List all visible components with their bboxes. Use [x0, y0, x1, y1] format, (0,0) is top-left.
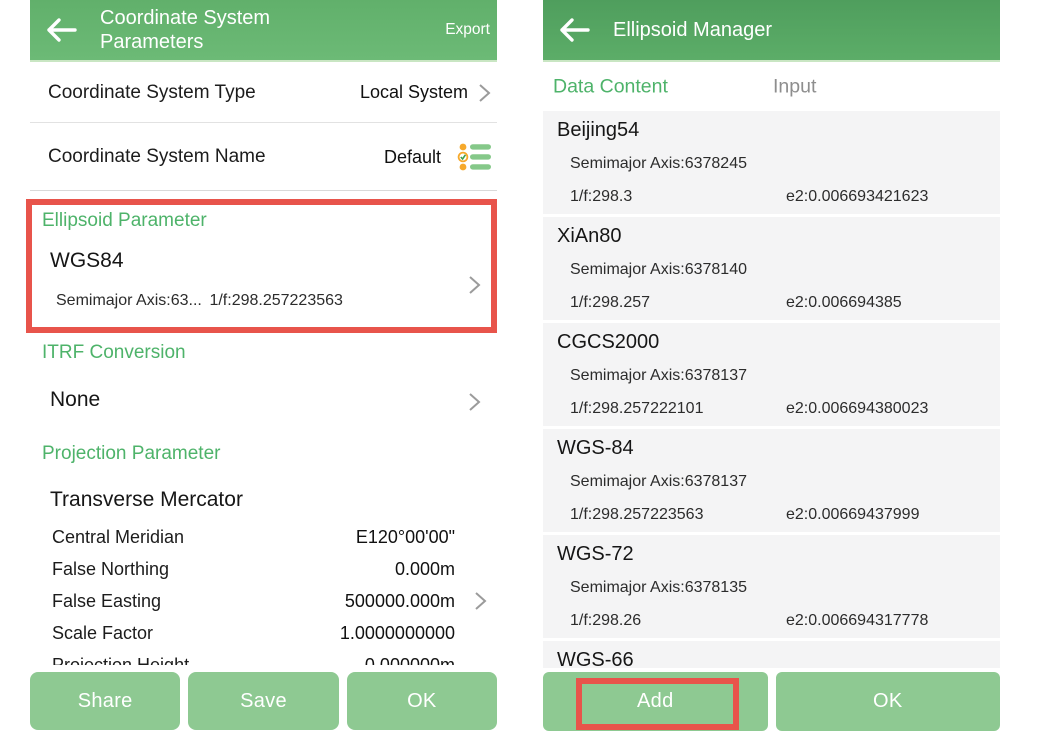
coordinate-system-type-value: Local System [360, 82, 468, 103]
coordinate-system-type-row[interactable]: Coordinate System Type Local System [30, 63, 497, 123]
coordinate-system-type-label: Coordinate System Type [48, 82, 256, 104]
ellipsoid-e2: e2:0.00669437999 [786, 498, 919, 531]
ellipsoid-parameter-heading: Ellipsoid Parameter [42, 210, 207, 232]
ellipsoid-inverse-flattening: 1/f:298.26 [570, 604, 641, 637]
ellipsoid-name: WGS-72 [557, 538, 1000, 571]
itrf-conversion-heading: ITRF Conversion [42, 342, 186, 364]
ellipsoid-name: XiAn80 [557, 220, 1000, 253]
ellipsoid-semimajor: Semimajor Axis:6378137 [570, 465, 1000, 498]
ok-button[interactable]: OK [776, 672, 1001, 731]
chevron-right-icon [478, 83, 491, 103]
tab-bar: Data Content Input [543, 62, 1000, 111]
param-value: E120°00'00" [356, 527, 497, 548]
ellipsoid-semimajor: Semimajor Axis:6378135 [570, 571, 1000, 604]
left-footer: Share Save OK [30, 665, 497, 734]
ellipsoid-semimajor: Semimajor Axis:6378137 [570, 359, 1000, 392]
ok-button[interactable]: OK [347, 672, 497, 730]
ellipsoid-semimajor: Semimajor Axis:63... [56, 292, 205, 310]
ellipsoid-details: Semimajor Axis:63... 1/f:298.257223563 [56, 292, 343, 310]
projection-row-false-easting[interactable]: False Easting 500000.000m [30, 585, 497, 617]
list-item-beijing54[interactable]: Beijing54 Semimajor Axis:6378245 1/f:298… [543, 111, 1000, 214]
list-item-cgcs2000[interactable]: CGCS2000 Semimajor Axis:6378137 1/f:298.… [543, 323, 1000, 426]
coordinate-system-parameters-screen: Coordinate System Parameters Export Coor… [30, 0, 497, 734]
ellipsoid-e2: e2:0.006694380023 [786, 392, 928, 425]
ellipsoid-name: Beijing54 [557, 114, 1000, 147]
ellipsoid-inverse-flattening: 1/f:298.257223563 [209, 292, 342, 309]
projection-parameter-list: Central Meridian E120°00'00" False North… [30, 521, 497, 681]
ellipsoid-inverse-flattening: 1/f:298.257222101 [570, 392, 703, 425]
projection-method[interactable]: Transverse Mercator [50, 488, 243, 512]
right-footer: Add OK [543, 668, 1000, 734]
tab-data-content[interactable]: Data Content [553, 75, 668, 98]
list-check-icon[interactable] [457, 140, 493, 174]
ellipsoid-semimajor: Semimajor Axis:6378140 [570, 253, 1000, 286]
ellipsoid-name[interactable]: WGS84 [50, 249, 124, 273]
page-title: Coordinate System Parameters [100, 6, 300, 54]
tab-input[interactable]: Input [773, 75, 816, 98]
itrf-conversion-value[interactable]: None [50, 388, 100, 412]
ellipsoid-list: Beijing54 Semimajor Axis:6378245 1/f:298… [543, 111, 1000, 734]
chevron-right-icon [474, 591, 487, 611]
save-button[interactable]: Save [188, 672, 338, 730]
ellipsoid-e2: e2:0.006694385 [786, 286, 902, 319]
param-value: 1.0000000000 [340, 623, 497, 644]
ellipsoid-name: WGS-84 [557, 432, 1000, 465]
right-header: Ellipsoid Manager [543, 0, 1000, 62]
projection-parameter-heading: Projection Parameter [42, 443, 220, 465]
param-value: 0.000m [395, 559, 497, 580]
coordinate-system-name-row[interactable]: Coordinate System Name Default [30, 124, 497, 191]
ellipsoid-e2: e2:0.006693421623 [786, 180, 928, 213]
param-label: Scale Factor [30, 623, 153, 644]
export-button[interactable]: Export [445, 21, 490, 39]
projection-row-false-northing: False Northing 0.000m [30, 553, 497, 585]
coordinate-system-name-label: Coordinate System Name [48, 146, 266, 168]
ellipsoid-semimajor: Semimajor Axis:6378245 [570, 147, 1000, 180]
list-item-xian80[interactable]: XiAn80 Semimajor Axis:6378140 1/f:298.25… [543, 217, 1000, 320]
add-button[interactable]: Add [543, 672, 768, 731]
share-button[interactable]: Share [30, 672, 180, 730]
ellipsoid-e2: e2:0.006694317778 [786, 604, 928, 637]
ellipsoid-manager-screen: Ellipsoid Manager Data Content Input Bei… [543, 0, 1000, 734]
ellipsoid-name: CGCS2000 [557, 326, 1000, 359]
projection-row-scale-factor: Scale Factor 1.0000000000 [30, 617, 497, 649]
ellipsoid-inverse-flattening: 1/f:298.257 [570, 286, 650, 319]
param-label: False Northing [30, 559, 169, 580]
list-item-wgs84[interactable]: WGS-84 Semimajor Axis:6378137 1/f:298.25… [543, 429, 1000, 532]
coordinate-system-name-value: Default [384, 147, 441, 168]
param-label: False Easting [30, 591, 161, 612]
param-label: Central Meridian [30, 527, 184, 548]
page-title: Ellipsoid Manager [613, 18, 772, 42]
list-item-wgs72[interactable]: WGS-72 Semimajor Axis:6378135 1/f:298.26… [543, 535, 1000, 638]
ellipsoid-inverse-flattening: 1/f:298.3 [570, 180, 632, 213]
left-header: Coordinate System Parameters Export [30, 0, 497, 62]
projection-row-central-meridian: Central Meridian E120°00'00" [30, 521, 497, 553]
ellipsoid-inverse-flattening: 1/f:298.257223563 [570, 498, 703, 531]
chevron-right-icon [468, 392, 481, 412]
back-arrow-icon[interactable] [44, 16, 78, 44]
back-arrow-icon[interactable] [557, 16, 591, 44]
chevron-right-icon [468, 275, 481, 295]
